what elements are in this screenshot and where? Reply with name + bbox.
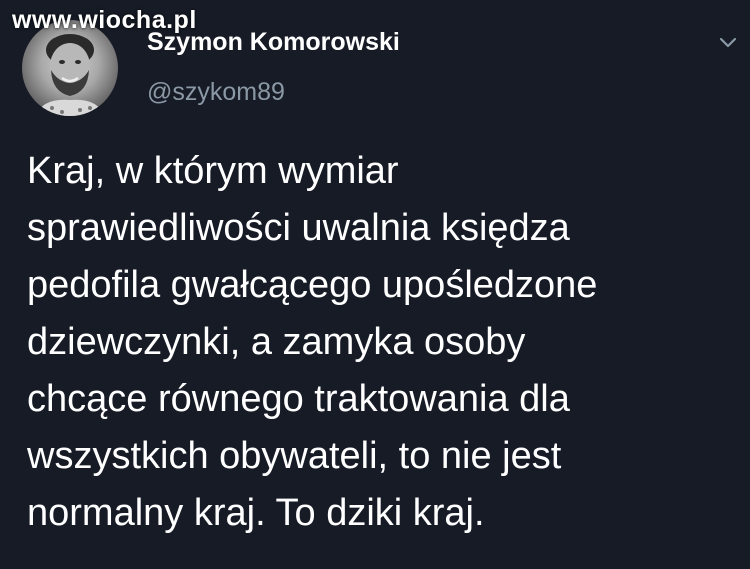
tweet-line: chcące równego traktowania dla bbox=[27, 378, 570, 420]
tweet-line: Kraj, w którym wymiar bbox=[27, 150, 399, 192]
tweet-line: pedofila gwałcącego upośledzone bbox=[27, 264, 598, 306]
tweet-line: sprawiedliwości uwalnia księdza bbox=[27, 207, 570, 249]
site-watermark: www.wiocha.pl bbox=[12, 6, 197, 34]
author-handle[interactable]: @szykom89 bbox=[147, 78, 285, 107]
tweet-line: normalny kraj. To dziki kraj. bbox=[27, 492, 485, 534]
tweet-line: dziewczynki, a zamyka osoby bbox=[27, 321, 526, 363]
chevron-down-icon[interactable] bbox=[716, 30, 740, 54]
tweet-line: wszystkich obywateli, to nie jest bbox=[27, 435, 562, 477]
tweet-text: Kraj, w którym wymiar sprawiedliwości uw… bbox=[27, 143, 732, 542]
